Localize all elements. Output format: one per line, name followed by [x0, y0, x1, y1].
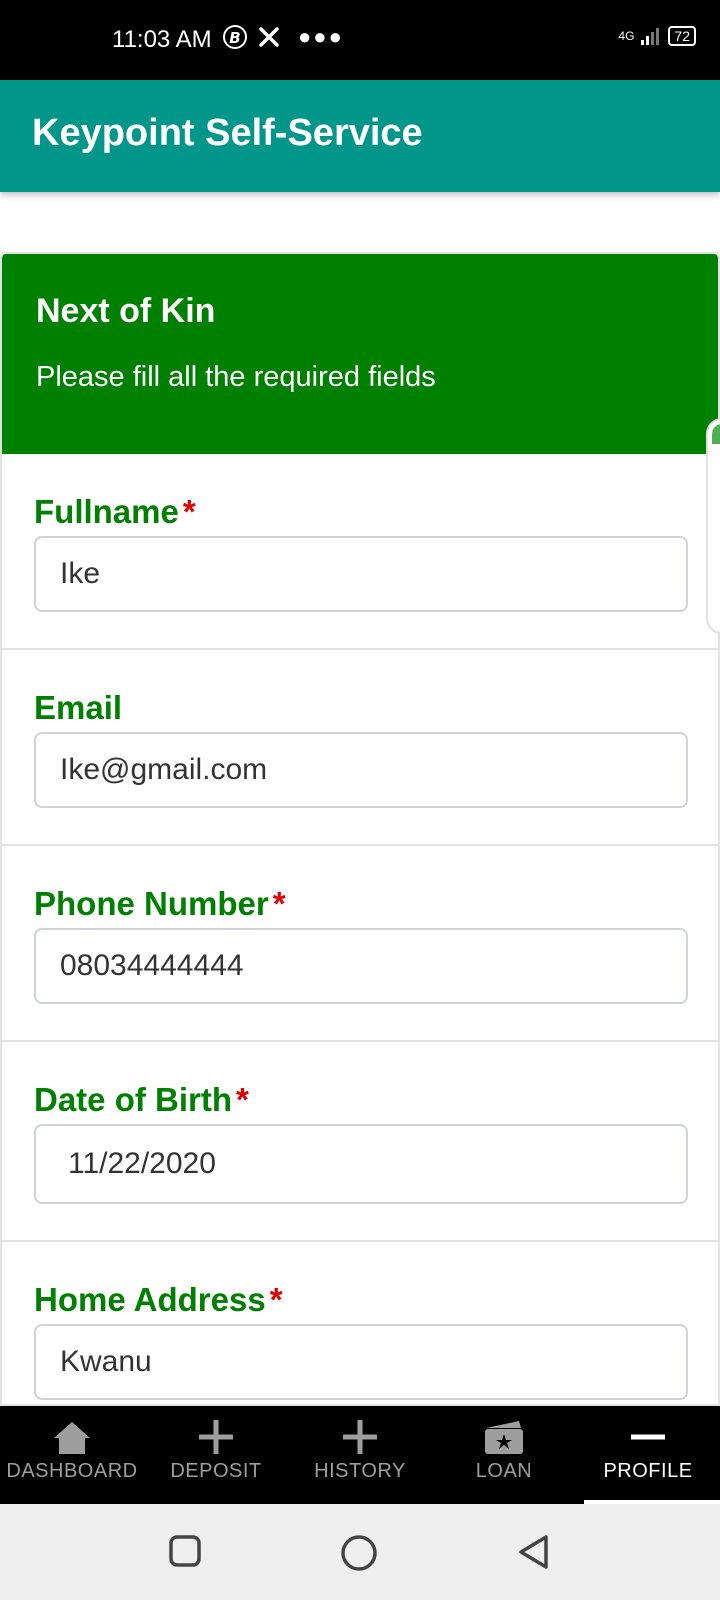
minus-icon [631, 1434, 665, 1440]
required-marker: * [272, 885, 286, 922]
date-of-birth-field: Date of Birth * 11/22/2020 [2, 1042, 718, 1242]
status-time: 11:03 AM [112, 26, 212, 53]
required-marker: * [269, 1281, 283, 1318]
nav-profile-label: PROFILE [603, 1460, 693, 1482]
email-field: Email Ike@gmail.com [2, 650, 718, 846]
nav-deposit[interactable]: DEPOSIT [144, 1406, 288, 1504]
nav-dashboard-label: DASHBOARD [6, 1460, 138, 1482]
edge-panel-handle[interactable] [706, 418, 720, 634]
nav-loan[interactable]: LOAN [432, 1406, 576, 1504]
system-nav-bar [0, 1504, 720, 1600]
status-bar: 11:03 AM B ●●● 4G 72 [0, 0, 720, 80]
date-of-birth-input[interactable]: 11/22/2020 [34, 1124, 688, 1204]
fullname-label: Fullname [34, 493, 179, 530]
battery-icon: 72 [668, 26, 696, 46]
fullname-input[interactable]: Ike [34, 536, 688, 612]
email-label: Email [34, 689, 123, 726]
plus-icon [199, 1420, 233, 1454]
wallet-icon [485, 1421, 523, 1454]
recents-icon[interactable] [168, 1534, 202, 1568]
phone-number-field: Phone Number * 08034444444 [2, 846, 718, 1042]
home-icon [54, 1422, 90, 1454]
x-logo-icon [259, 27, 279, 47]
svg-text:B: B [229, 29, 240, 47]
nav-profile[interactable]: PROFILE [576, 1406, 720, 1504]
app-bar: Keypoint Self-Service [0, 80, 720, 192]
app-title: Keypoint Self-Service [32, 112, 423, 154]
plus-icon [343, 1420, 377, 1454]
home-address-input[interactable]: Kwanu [34, 1324, 688, 1400]
signal-icon [641, 28, 660, 45]
nav-history-label: HISTORY [314, 1460, 406, 1482]
email-input[interactable]: Ike@gmail.com [34, 732, 688, 808]
next-of-kin-card: Next of Kin Please fill all the required… [0, 252, 720, 1406]
date-of-birth-label: Date of Birth [34, 1081, 232, 1118]
card-subtitle: Please fill all the required fields [36, 361, 436, 393]
required-marker: * [182, 493, 196, 530]
fullname-field: Fullname * Ike [2, 454, 718, 650]
nav-history[interactable]: HISTORY [288, 1406, 432, 1504]
nav-loan-label: LOAN [475, 1460, 533, 1482]
more-notifications-icon: ●●● [298, 24, 344, 49]
home-address-label: Home Address [34, 1281, 266, 1318]
nav-dashboard[interactable]: DASHBOARD [0, 1406, 144, 1504]
home-circle-icon[interactable] [340, 1534, 378, 1572]
nav-deposit-label: DEPOSIT [170, 1460, 262, 1482]
back-icon[interactable] [516, 1534, 552, 1570]
phone-number-input[interactable]: 08034444444 [34, 928, 688, 1004]
bottom-nav: DASHBOARD DEPOSIT HISTORY LOAN PROFILE [0, 1406, 720, 1504]
card-title: Next of Kin [36, 292, 216, 330]
required-marker: * [236, 1081, 249, 1118]
phone-number-label: Phone Number [34, 885, 269, 922]
card-header: Next of Kin Please fill all the required… [2, 254, 718, 454]
network-type: 4G [618, 29, 635, 43]
home-address-field: Home Address * Kwanu [2, 1242, 718, 1404]
b-badge-icon: B [223, 25, 247, 49]
